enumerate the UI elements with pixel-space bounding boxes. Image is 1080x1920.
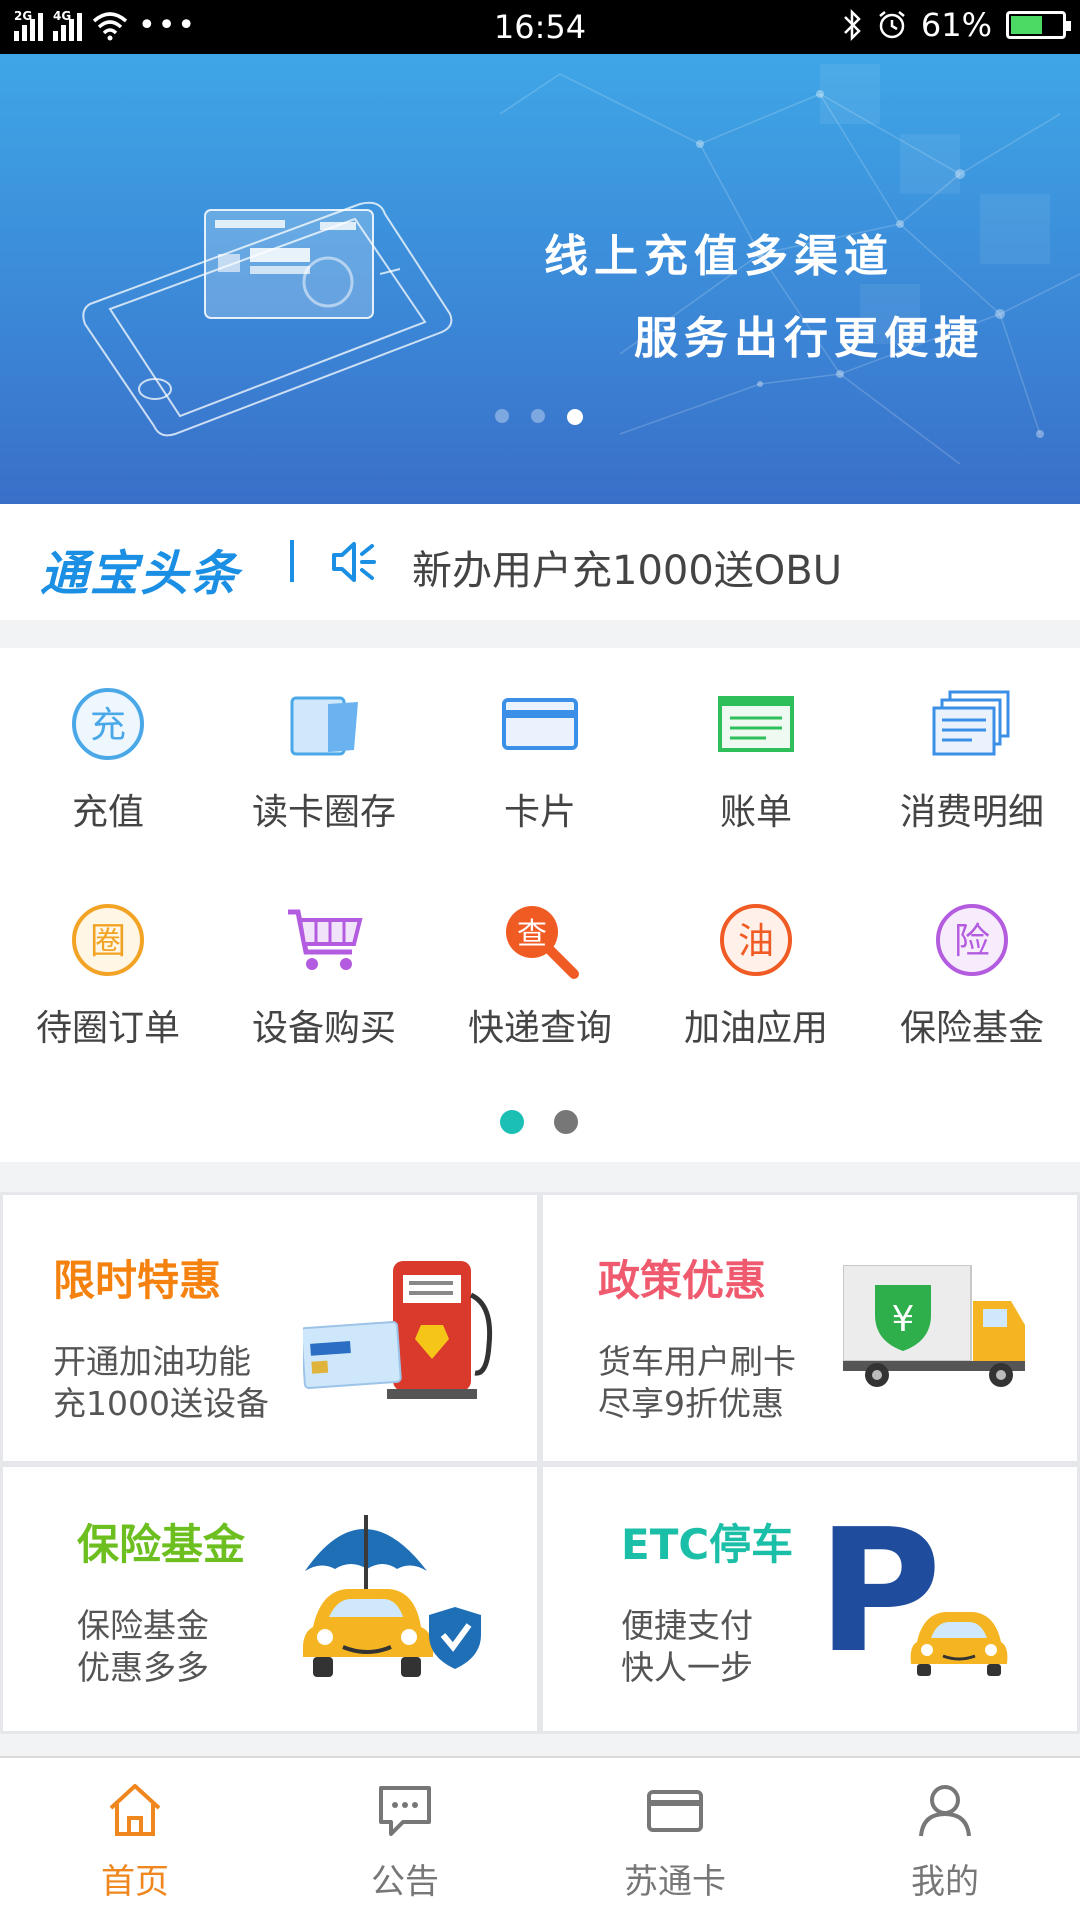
svg-text:充: 充 xyxy=(90,705,126,746)
battery-fill xyxy=(1011,16,1042,34)
svg-text:¥: ¥ xyxy=(892,1299,915,1340)
card-tab-icon xyxy=(647,1790,703,1832)
menu-dot[interactable] xyxy=(554,1110,578,1134)
promo-title: 政策优惠 xyxy=(598,1256,767,1305)
promo-line-1: 货车用户刷卡 xyxy=(598,1342,796,1381)
promo-title: ETC停车 xyxy=(621,1520,794,1569)
tab-label: 公告 xyxy=(371,1862,439,1902)
menu-dot-active[interactable] xyxy=(500,1110,524,1134)
tab-announcements[interactable]: 公告 xyxy=(270,1758,540,1920)
app-screen: 2G 4G ••• 16:54 61% 线上充值多渠道 服务出行更便捷 通宝头条… xyxy=(0,0,1080,1920)
menu-label: 卡片 xyxy=(503,792,576,833)
insurance-icon: 险 xyxy=(936,904,1008,976)
ticker-divider xyxy=(290,540,294,582)
banner-headline-2: 服务出行更便捷 xyxy=(634,313,984,364)
news-ticker[interactable]: 通宝头条 新办用户充1000送OBU xyxy=(0,504,1080,620)
menu-item-insurance[interactable]: 险 保险基金 xyxy=(864,864,1080,1064)
promo-subtitle: 开通加油功能 充1000送设备 xyxy=(53,1341,269,1425)
menu-item-pending-order[interactable]: 圈 待圈订单 xyxy=(0,864,216,1064)
promo-line-1: 开通加油功能 xyxy=(53,1342,251,1381)
promo-line-1: 便捷支付 xyxy=(621,1606,753,1645)
promo-card-etc-parking[interactable]: ETC停车 便捷支付 快人一步 P xyxy=(543,1467,1077,1731)
parking-car-icon xyxy=(910,1612,1008,1676)
cart-icon xyxy=(288,909,363,970)
menu-label: 读卡圈存 xyxy=(251,792,396,833)
tab-home[interactable]: 首页 xyxy=(0,1758,270,1920)
promo-title: 保险基金 xyxy=(77,1520,246,1569)
promo-line-2: 优惠多多 xyxy=(77,1648,209,1687)
banner-dot[interactable] xyxy=(495,409,509,423)
tab-sutong-card[interactable]: 苏通卡 xyxy=(540,1758,810,1920)
menu-label: 待圈订单 xyxy=(35,1008,180,1049)
menu-label: 账单 xyxy=(719,792,792,833)
card-reader-icon xyxy=(290,696,358,756)
promo-subtitle: 货车用户刷卡 尽享9折优惠 xyxy=(598,1341,796,1425)
menu-label: 保险基金 xyxy=(899,1008,1044,1049)
tab-label: 首页 xyxy=(101,1862,169,1902)
phone-card-illustration xyxy=(82,201,453,437)
promo-card-limited-offer[interactable]: 限时特惠 开通加油功能 充1000送设备 xyxy=(3,1195,537,1461)
details-icon xyxy=(932,690,1010,756)
menu-item-details[interactable]: 消费明细 xyxy=(864,648,1080,848)
menu-pagination xyxy=(500,1110,578,1134)
promo-line-2: 尽享9折优惠 xyxy=(598,1384,784,1423)
fuel-icon: 油 xyxy=(720,904,792,976)
umbrella-car-icon xyxy=(303,1515,481,1677)
bluetooth-icon xyxy=(843,9,861,41)
promo-card-insurance[interactable]: 保险基金 保险基金 优惠多多 xyxy=(3,1467,537,1731)
svg-text:查: 查 xyxy=(517,917,547,952)
tab-label: 我的 xyxy=(911,1862,979,1902)
svg-text:圈: 圈 xyxy=(90,921,126,962)
promo-line-2: 快人一步 xyxy=(621,1648,753,1687)
battery-percent: 61% xyxy=(920,6,992,44)
menu-item-card[interactable]: 卡片 xyxy=(432,648,648,848)
promo-card-policy-offer[interactable]: 政策优惠 货车用户刷卡 尽享9折优惠 ¥ xyxy=(543,1195,1077,1461)
bottom-tab-bar: 首页 公告 苏通卡 我的 xyxy=(0,1756,1080,1920)
profile-icon xyxy=(919,1785,971,1837)
promo-line-1: 保险基金 xyxy=(77,1606,209,1645)
banner-carousel[interactable]: 线上充值多渠道 服务出行更便捷 xyxy=(0,54,1080,504)
fuel-pump-card-icon xyxy=(303,1261,493,1399)
function-menu: 充 充值 读卡圈存 卡片 账单 消费明细 圈 待圈订单 设备购买 查 快递查询 … xyxy=(0,648,1080,1162)
promo-subtitle: 便捷支付 快人一步 xyxy=(621,1605,753,1689)
menu-label: 设备购买 xyxy=(251,1008,396,1049)
promo-subtitle: 保险基金 优惠多多 xyxy=(77,1605,209,1689)
menu-item-express-query[interactable]: 查 快递查询 xyxy=(432,864,648,1064)
card-icon xyxy=(502,698,578,750)
menu-label: 充值 xyxy=(71,792,144,833)
message-icon xyxy=(379,1786,431,1836)
menu-label: 快递查询 xyxy=(467,1008,612,1049)
ticker-headline[interactable]: 新办用户充1000送OBU xyxy=(412,538,842,596)
banner-pagination xyxy=(495,409,583,425)
banner-headline-1: 线上充值多渠道 xyxy=(544,231,894,282)
menu-item-fuel[interactable]: 油 加油应用 xyxy=(648,864,864,1064)
banner-dot[interactable] xyxy=(531,409,545,423)
status-right: 61% xyxy=(841,6,1071,44)
banner-dot-active[interactable] xyxy=(567,409,583,425)
promo-title: 限时特惠 xyxy=(53,1256,222,1305)
pending-order-icon: 圈 xyxy=(72,904,144,976)
svg-text:险: 险 xyxy=(954,921,990,962)
menu-label: 加油应用 xyxy=(683,1008,828,1049)
battery-icon xyxy=(1006,11,1071,39)
tab-label: 苏通卡 xyxy=(624,1862,726,1902)
bill-icon xyxy=(718,696,794,752)
speaker-icon xyxy=(332,542,376,582)
recharge-icon: 充 xyxy=(72,688,144,760)
menu-item-bill[interactable]: 账单 xyxy=(648,648,864,848)
tab-mine[interactable]: 我的 xyxy=(810,1758,1080,1920)
menu-item-recharge[interactable]: 充 充值 xyxy=(0,648,216,848)
menu-item-device-purchase[interactable]: 设备购买 xyxy=(216,864,432,1064)
truck-icon: ¥ xyxy=(843,1265,1025,1387)
ticker-logo: 通宝头条 xyxy=(40,546,241,602)
menu-item-card-reader[interactable]: 读卡圈存 xyxy=(216,648,432,848)
alarm-icon xyxy=(879,11,905,39)
promo-grid: 限时特惠 开通加油功能 充1000送设备 政策优惠 货车用户刷卡 尽享9折优惠 … xyxy=(0,1192,1080,1734)
search-query-icon: 查 xyxy=(506,906,579,979)
home-icon xyxy=(109,1784,161,1836)
promo-line-2: 充1000送设备 xyxy=(53,1384,269,1423)
svg-text:油: 油 xyxy=(738,921,774,962)
menu-label: 消费明细 xyxy=(899,792,1044,833)
status-bar: 2G 4G ••• 16:54 61% xyxy=(0,0,1080,54)
